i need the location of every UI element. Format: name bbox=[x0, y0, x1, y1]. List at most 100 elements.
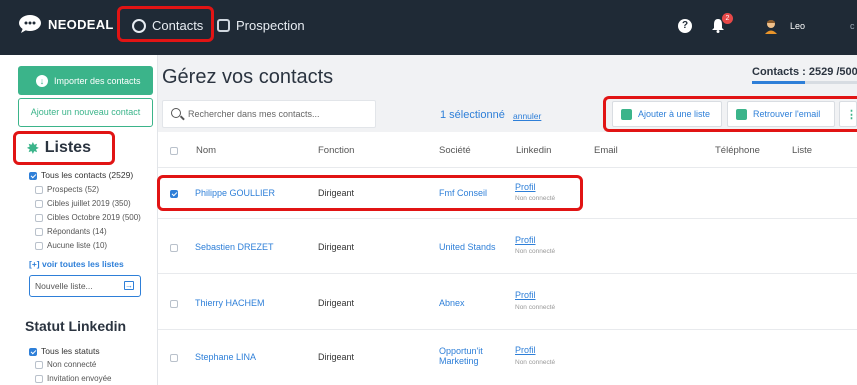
row-checkbox[interactable] bbox=[170, 354, 178, 362]
contact-societe[interactable]: United Stands bbox=[439, 242, 496, 252]
list-checkbox[interactable] bbox=[35, 241, 43, 250]
nav-prospection[interactable]: Prospection bbox=[217, 18, 305, 33]
add-list-icon[interactable]: → bbox=[124, 281, 134, 290]
selection-count: 1 sélectionné bbox=[440, 109, 505, 121]
neodeal-logo[interactable]: NEODEAL bbox=[18, 14, 114, 34]
contact-societe[interactable]: Opportun'it Marketing bbox=[439, 346, 509, 366]
contacts-quota: Contacts : 2529 /5000 bbox=[752, 66, 857, 78]
statut-checkbox[interactable] bbox=[29, 347, 37, 356]
statut-item[interactable]: Invitation envoyée bbox=[35, 374, 112, 383]
help-icon[interactable]: ? bbox=[678, 19, 692, 33]
email-check-icon bbox=[736, 108, 747, 120]
linkedin-status: Non connecté bbox=[515, 195, 556, 202]
divider bbox=[158, 273, 857, 274]
page-title: Gérez vos contacts bbox=[162, 66, 334, 88]
contact-societe[interactable]: Abnex bbox=[439, 298, 465, 308]
nav-contacts[interactable]: Contacts bbox=[132, 18, 203, 33]
import-contacts-button[interactable]: ↓ Importer des contacts bbox=[18, 66, 153, 95]
contacts-table: Nom Fonction Société Linkedin Email Télé… bbox=[158, 132, 857, 385]
list-count: (14) bbox=[92, 227, 107, 236]
row-checkbox[interactable] bbox=[170, 300, 178, 308]
row-checkbox[interactable] bbox=[170, 190, 178, 198]
list-count: (10) bbox=[92, 241, 108, 250]
list-label: Répondants bbox=[47, 227, 91, 236]
contact-fonction: Dirigeant bbox=[318, 242, 355, 252]
linkedin-status: Non connecté bbox=[515, 359, 556, 366]
divider bbox=[158, 329, 857, 330]
column-header-liste[interactable]: Liste bbox=[792, 145, 812, 156]
nav-contacts-label: Contacts bbox=[152, 18, 204, 33]
linkedin-icon bbox=[217, 19, 230, 32]
column-header-email[interactable]: Email bbox=[594, 145, 618, 156]
list-count: (500) bbox=[122, 213, 141, 222]
statut-item-all[interactable]: Tous les statuts bbox=[29, 346, 100, 356]
statut-checkbox[interactable] bbox=[35, 374, 43, 383]
list-checkbox[interactable] bbox=[29, 171, 37, 180]
divider bbox=[158, 218, 857, 219]
contact-name[interactable]: Stephane LINA bbox=[195, 352, 256, 362]
statut-label: Invitation envoyée bbox=[47, 374, 112, 383]
lists-title: Listes bbox=[44, 139, 91, 156]
column-header-nom[interactable]: Nom bbox=[196, 145, 216, 156]
chat-bubble-icon bbox=[19, 15, 41, 33]
list-count: (2529) bbox=[108, 170, 134, 180]
find-email-button[interactable]: Retrouver l'email bbox=[727, 101, 835, 127]
avatar[interactable] bbox=[764, 18, 778, 34]
list-checkbox[interactable] bbox=[35, 213, 43, 222]
search-placeholder: Rechercher dans mes contacts... bbox=[188, 109, 320, 119]
linkedin-status: Non connecté bbox=[515, 304, 556, 311]
linkedin-profile-link[interactable]: Profil bbox=[515, 345, 536, 355]
linkedin-profile-link[interactable]: Profil bbox=[515, 182, 536, 192]
select-all-checkbox[interactable] bbox=[170, 147, 178, 155]
list-item-all[interactable]: Tous les contacts (2529) bbox=[29, 170, 133, 180]
linkedin-status: Non connecté bbox=[515, 248, 556, 255]
add-contact-button[interactable]: Ajouter un nouveau contact bbox=[18, 98, 153, 127]
user-name[interactable]: Leo bbox=[790, 21, 805, 31]
column-header-linkedin[interactable]: Linkedin bbox=[516, 145, 551, 156]
list-label: Tous les contacts bbox=[41, 170, 107, 180]
list-label: Aucune liste bbox=[47, 241, 91, 250]
more-vertical-icon: ⋮ bbox=[846, 108, 857, 121]
list-item[interactable]: Aucune liste (10) bbox=[35, 241, 107, 250]
column-header-societe[interactable]: Société bbox=[439, 145, 471, 156]
linkedin-profile-link[interactable]: Profil bbox=[515, 290, 536, 300]
divider bbox=[158, 167, 857, 168]
add-list-icon bbox=[621, 108, 632, 120]
column-header-telephone[interactable]: Téléphone bbox=[715, 145, 760, 156]
contact-societe[interactable]: Fmf Conseil bbox=[439, 188, 487, 198]
list-item[interactable]: Prospects (52) bbox=[35, 185, 99, 194]
list-count: (52) bbox=[84, 185, 100, 194]
download-icon: ↓ bbox=[36, 74, 48, 87]
search-input[interactable]: Rechercher dans mes contacts... bbox=[162, 100, 376, 128]
list-item[interactable]: Cibles Octobre 2019 (500) bbox=[35, 213, 141, 222]
find-email-label: Retrouver l'email bbox=[753, 109, 821, 119]
cancel-selection-link[interactable]: annuler bbox=[513, 111, 541, 121]
more-actions-button[interactable]: ⋮ bbox=[839, 101, 857, 127]
contact-name[interactable]: Thierry HACHEM bbox=[195, 298, 265, 308]
list-checkbox[interactable] bbox=[35, 199, 43, 208]
list-checkbox[interactable] bbox=[35, 227, 43, 236]
see-all-lists-link[interactable]: [+] voir toutes les listes bbox=[29, 259, 124, 269]
column-header-fonction[interactable]: Fonction bbox=[318, 145, 354, 156]
list-checkbox[interactable] bbox=[35, 185, 43, 194]
list-label: Cibles Octobre 2019 bbox=[47, 213, 120, 222]
statut-label: Tous les statuts bbox=[41, 346, 100, 356]
lists-heading: ✸ Listes bbox=[27, 139, 91, 157]
list-label: Cibles juillet 2019 bbox=[47, 199, 110, 208]
import-contacts-label: Importer des contacts bbox=[54, 75, 141, 86]
list-item[interactable]: Répondants (14) bbox=[35, 227, 107, 236]
list-label: Prospects bbox=[47, 185, 83, 194]
statut-checkbox[interactable] bbox=[35, 360, 43, 369]
list-item[interactable]: Cibles juillet 2019 (350) bbox=[35, 199, 131, 208]
linkedin-profile-link[interactable]: Profil bbox=[515, 235, 536, 245]
contact-name[interactable]: Sebastien DREZET bbox=[195, 242, 274, 252]
row-checkbox[interactable] bbox=[170, 244, 178, 252]
new-list-input[interactable]: Nouvelle liste... → bbox=[29, 275, 141, 297]
user-menu-chevron-icon[interactable]: c bbox=[850, 21, 855, 31]
contacts-icon bbox=[132, 18, 146, 33]
contact-name[interactable]: Philippe GOULLIER bbox=[195, 188, 275, 198]
add-to-list-button[interactable]: Ajouter à une liste bbox=[612, 101, 722, 127]
add-to-list-label: Ajouter à une liste bbox=[638, 109, 711, 119]
statut-item[interactable]: Non connecté bbox=[35, 360, 96, 369]
new-list-placeholder: Nouvelle liste... bbox=[35, 281, 93, 291]
